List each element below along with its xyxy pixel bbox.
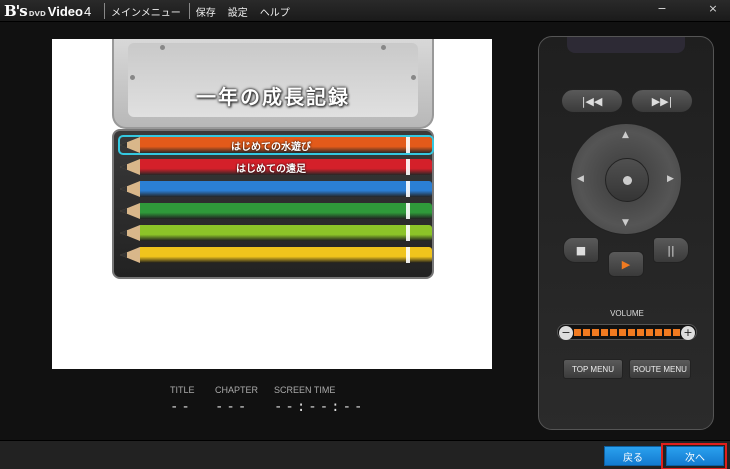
title-label: TITLE: [170, 385, 195, 395]
direction-pad: ▲ ▼ ◀ ▶: [570, 123, 682, 235]
remote-control: |◀◀ ▶▶| ▲ ▼ ◀ ▶ ■ ▶ || VOLUME − + TOP ME…: [538, 36, 714, 430]
minimize-button[interactable]: −: [655, 2, 669, 15]
volume-down-button[interactable]: −: [559, 326, 573, 340]
volume-segment: [655, 329, 662, 336]
disc-title: 一年の成長記録: [196, 85, 350, 109]
next-button[interactable]: 次へ: [666, 446, 724, 466]
menu-main-menu[interactable]: メインメニュー: [111, 4, 181, 19]
pencil-tray: はじめての水遊び はじめての遠足: [112, 129, 434, 279]
play-icon: ▶: [621, 257, 631, 271]
back-button[interactable]: 戻る: [604, 446, 662, 466]
volume-segment: [619, 329, 626, 336]
chapter-info: CHAPTER ---: [215, 385, 258, 415]
menu-settings[interactable]: 設定: [228, 4, 248, 19]
skip-forward-icon: ▶▶|: [651, 94, 673, 108]
pencil-case-background: 一年の成長記録 はじめての水遊び はじめての遠足: [112, 39, 434, 279]
chapter-pencil-6: [120, 247, 432, 263]
stop-icon: ■: [575, 243, 587, 257]
volume-level: [574, 329, 680, 336]
pencil-case-lid: 一年の成長記録: [112, 39, 434, 129]
left-arrow-button[interactable]: ◀: [577, 174, 584, 184]
chapter-label: CHAPTER: [215, 385, 259, 395]
down-arrow-button[interactable]: ▼: [622, 218, 629, 228]
up-arrow-button[interactable]: ▲: [622, 130, 629, 140]
chapter-label: はじめての水遊び: [231, 142, 311, 153]
logo-version: 4: [83, 4, 92, 19]
chapter-pencil-4: [120, 203, 432, 219]
volume-segment: [592, 329, 599, 336]
volume-up-button[interactable]: +: [681, 326, 695, 340]
screen-time-info: SCREEN TIME --:--:--: [274, 385, 365, 415]
volume-label: VOLUME: [610, 309, 644, 318]
title-bar: B's DVD Video 4 メインメニュー 保存 設定 ヘルプ − ×: [0, 0, 730, 22]
title-value: --: [170, 399, 193, 415]
main-menu-bar: メインメニュー 保存 設定 ヘルプ: [104, 0, 302, 22]
enter-dot-icon: [622, 175, 632, 185]
prev-chapter-button[interactable]: |◀◀: [561, 89, 623, 113]
menu-save[interactable]: 保存: [196, 4, 216, 19]
screen-time-label: SCREEN TIME: [274, 385, 336, 395]
right-arrow-button[interactable]: ▶: [667, 174, 674, 184]
volume-segment: [610, 329, 617, 336]
stop-button[interactable]: ■: [563, 237, 599, 263]
logo-video: Video: [47, 4, 83, 19]
top-menu-button[interactable]: TOP MENU: [563, 359, 623, 379]
menu-separator: [188, 3, 190, 19]
volume-slider[interactable]: − +: [557, 324, 697, 340]
route-menu-button[interactable]: ROUTE MENU: [629, 359, 691, 379]
chapter-pencil-5: [120, 225, 432, 241]
chapter-pencil-3: [120, 181, 432, 197]
chapter-label: はじめての遠足: [236, 164, 306, 175]
volume-segment: [583, 329, 590, 336]
app-logo: B's DVD Video 4: [4, 2, 91, 20]
volume-segment: [646, 329, 653, 336]
volume-segment: [574, 329, 581, 336]
remote-top-display: [567, 37, 685, 53]
menu-preview: 一年の成長記録 はじめての水遊び はじめての遠足: [52, 39, 492, 369]
menu-help[interactable]: ヘルプ: [260, 4, 290, 19]
pause-button[interactable]: ||: [653, 237, 689, 263]
logo-bs: B's: [4, 2, 28, 20]
logo-dvd: DVD: [28, 10, 46, 18]
enter-button[interactable]: [605, 158, 649, 202]
play-button[interactable]: ▶: [608, 251, 644, 277]
volume-segment: [628, 329, 635, 336]
volume-segment: [673, 329, 680, 336]
pause-icon: ||: [667, 243, 675, 257]
next-chapter-button[interactable]: ▶▶|: [631, 89, 693, 113]
menu-separator: [104, 3, 105, 19]
skip-back-icon: |◀◀: [581, 94, 603, 108]
volume-segment: [664, 329, 671, 336]
chapter-pencil-2[interactable]: はじめての遠足: [120, 159, 432, 175]
volume-segment: [637, 329, 644, 336]
screen-time-value: --:--:--: [274, 399, 366, 415]
footer-bar: 戻る 次へ: [0, 440, 730, 469]
chapter-pencil-1[interactable]: はじめての水遊び: [118, 135, 434, 155]
chapter-value: ---: [215, 399, 250, 415]
title-info: TITLE --: [170, 385, 195, 415]
volume-segment: [601, 329, 608, 336]
close-button[interactable]: ×: [706, 2, 720, 15]
